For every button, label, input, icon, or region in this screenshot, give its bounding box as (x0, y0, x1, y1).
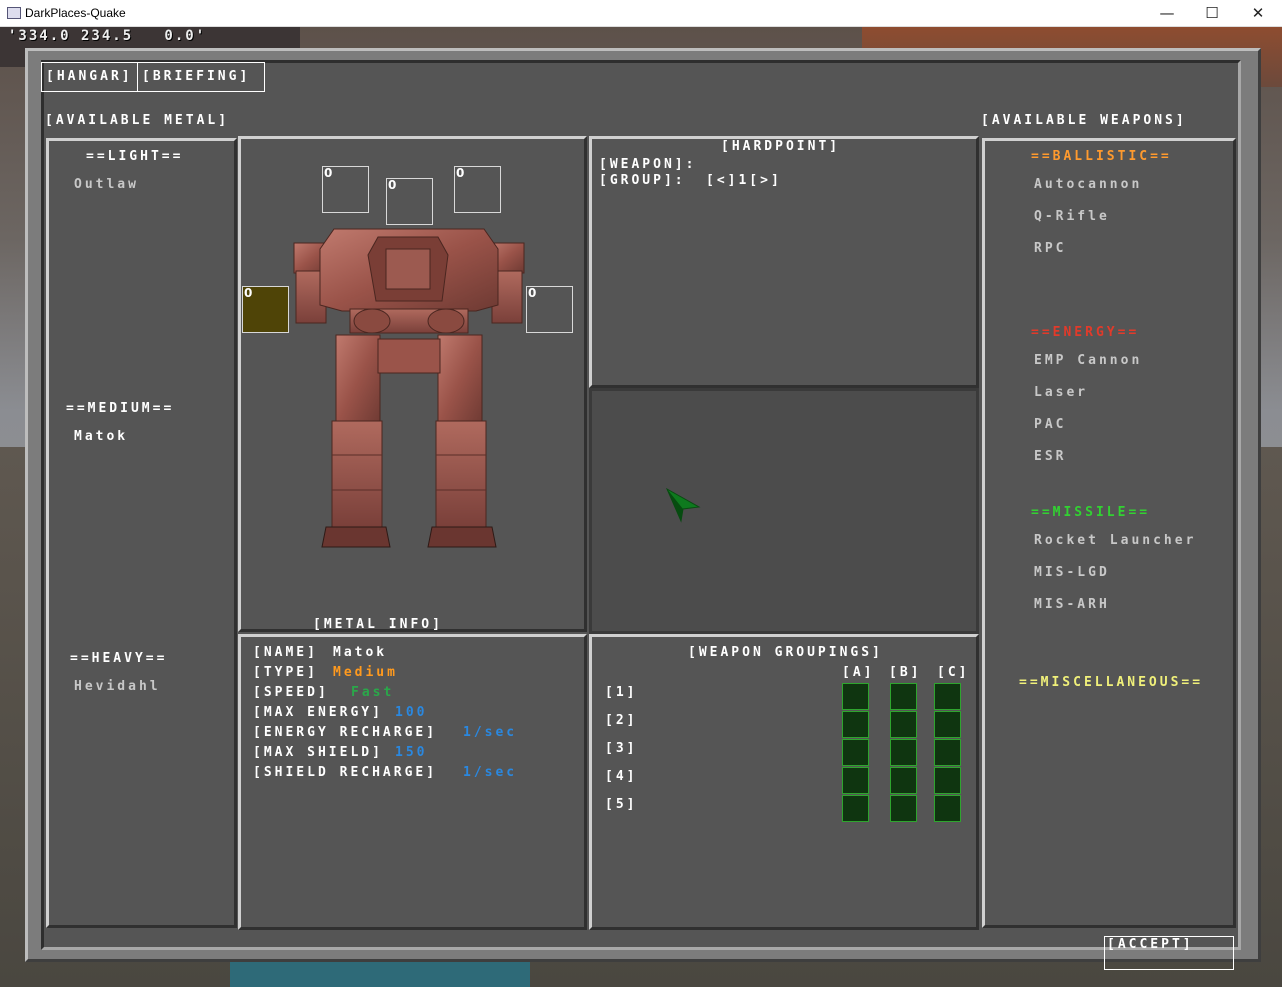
weapon-item-q-rifle[interactable]: Q-Rifle (1034, 209, 1110, 224)
info-energy-recharge-value: 1/sec (463, 725, 518, 740)
ballistic-category-header: ==BALLISTIC== (1031, 149, 1172, 164)
info-type-label: [TYPE] (253, 665, 318, 680)
hardpoint-slot-head-left[interactable]: 0 (322, 166, 369, 213)
group-cell-a2[interactable] (842, 711, 869, 738)
tab-hangar-label: [HANGAR] (46, 69, 133, 84)
weapon-item-pac[interactable]: PAC (1034, 417, 1066, 432)
info-shield-recharge-value: 1/sec (463, 765, 518, 780)
app-icon (7, 7, 21, 19)
minimize-button[interactable]: — (1144, 0, 1190, 26)
title-bar: DarkPlaces-Quake — ☐ ✕ (0, 0, 1282, 27)
group-cell-a5[interactable] (842, 795, 869, 822)
group-cell-b2[interactable] (890, 711, 917, 738)
weapon-item-laser[interactable]: Laser (1034, 385, 1088, 400)
weapon-item-autocannon[interactable]: Autocannon (1034, 177, 1142, 192)
hardpoint-slot-count: 0 (528, 286, 537, 300)
weapon-item-mis-arh[interactable]: MIS-ARH (1034, 597, 1110, 612)
group-row-5: [5] (605, 797, 638, 812)
weapon-item-rpc[interactable]: RPC (1034, 241, 1066, 256)
group-cell-b5[interactable] (890, 795, 917, 822)
accept-button-label: [ACCEPT] (1107, 937, 1194, 952)
missile-category-header: ==MISSILE== (1031, 505, 1151, 520)
metal-item-matok[interactable]: Matok (74, 429, 128, 444)
metal-info-heading: [METAL INFO] (313, 617, 443, 632)
tab-briefing[interactable]: [BRIEFING] (137, 62, 265, 92)
group-row-4: [4] (605, 769, 638, 784)
group-cell-b4[interactable] (890, 767, 917, 794)
mech-model (293, 228, 525, 548)
hardpoint-slot-right-arm[interactable]: 0 (526, 286, 573, 333)
miscellaneous-category-header: ==MISCELLANEOUS== (1019, 675, 1204, 690)
info-max-energy-value: 100 (395, 705, 428, 720)
cursor-arrow-icon (665, 487, 701, 523)
info-max-shield-value: 150 (395, 745, 428, 760)
info-energy-recharge-label: [ENERGY RECHARGE] (253, 725, 438, 740)
window-title: DarkPlaces-Quake (25, 6, 126, 20)
info-max-shield-label: [MAX SHIELD] (253, 745, 383, 760)
hardpoint-weapon-label: [WEAPON]: (599, 157, 697, 172)
hardpoint-heading: [HARDPOINT] (721, 139, 841, 154)
group-cell-c1[interactable] (934, 683, 961, 710)
weapon-item-emp-cannon[interactable]: EMP Cannon (1034, 353, 1142, 368)
group-column-a: [A] (842, 665, 875, 680)
group-cell-a1[interactable] (842, 683, 869, 710)
available-metal-heading: [AVAILABLE METAL] (45, 113, 230, 128)
group-row-1: [1] (605, 685, 638, 700)
info-name-label: [NAME] (253, 645, 318, 660)
group-row-3: [3] (605, 741, 638, 756)
hardpoint-slot-count: 0 (456, 166, 465, 180)
group-cell-c3[interactable] (934, 739, 961, 766)
metal-item-outlaw[interactable]: Outlaw (74, 177, 139, 192)
info-max-energy-label: [MAX ENERGY] (253, 705, 383, 720)
weapon-preview-panel (589, 388, 979, 634)
hardpoint-slot-count: 0 (388, 178, 397, 192)
hardpoint-slot-count: 0 (244, 286, 253, 300)
group-cell-a4[interactable] (842, 767, 869, 794)
group-row-2: [2] (605, 713, 638, 728)
weapon-groupings-heading: [WEAPON GROUPINGS] (688, 645, 883, 660)
group-cell-b3[interactable] (890, 739, 917, 766)
medium-category-header: ==MEDIUM== (66, 401, 175, 416)
energy-category-header: ==ENERGY== (1031, 325, 1140, 340)
hardpoint-group-label: [GROUP]: (599, 173, 686, 188)
maximize-button[interactable]: ☐ (1189, 0, 1235, 26)
hardpoint-slot-head-center[interactable]: 0 (386, 178, 433, 225)
group-column-c: [C] (937, 665, 970, 680)
group-cell-c5[interactable] (934, 795, 961, 822)
info-speed-value: Fast (351, 685, 395, 700)
group-cell-c2[interactable] (934, 711, 961, 738)
info-speed-label: [SPEED] (253, 685, 329, 700)
hardpoint-slot-head-right[interactable]: 0 (454, 166, 501, 213)
accept-button[interactable]: [ACCEPT] (1104, 936, 1234, 970)
info-type-value: Medium (333, 665, 398, 680)
metal-list-panel (46, 138, 237, 928)
hardpoint-slot-left-arm-selected[interactable]: 0 (242, 286, 289, 333)
group-cell-a3[interactable] (842, 739, 869, 766)
hardpoint-group-selector[interactable]: [<]1[>] (706, 173, 782, 188)
group-cell-c4[interactable] (934, 767, 961, 794)
weapon-item-esr[interactable]: ESR (1034, 449, 1066, 464)
heavy-category-header: ==HEAVY== (70, 651, 168, 666)
light-category-header: ==LIGHT== (86, 149, 184, 164)
info-name-value: Matok (333, 645, 388, 660)
hardpoint-slot-count: 0 (324, 166, 333, 180)
info-shield-recharge-label: [SHIELD RECHARGE] (253, 765, 438, 780)
group-column-b: [B] (889, 665, 922, 680)
close-button[interactable]: ✕ (1235, 0, 1281, 26)
tab-briefing-label: [BRIEFING] (142, 69, 251, 84)
available-weapons-heading: [AVAILABLE WEAPONS] (981, 113, 1187, 128)
metal-item-hevidahl[interactable]: Hevidahl (74, 679, 161, 694)
weapon-item-rocket-launcher[interactable]: Rocket Launcher (1034, 533, 1196, 548)
tab-hangar[interactable]: [HANGAR] (41, 62, 138, 92)
coordinate-readout: '334.0 234.5 0.0' (8, 28, 207, 44)
group-cell-b1[interactable] (890, 683, 917, 710)
weapon-item-mis-lgd[interactable]: MIS-LGD (1034, 565, 1110, 580)
